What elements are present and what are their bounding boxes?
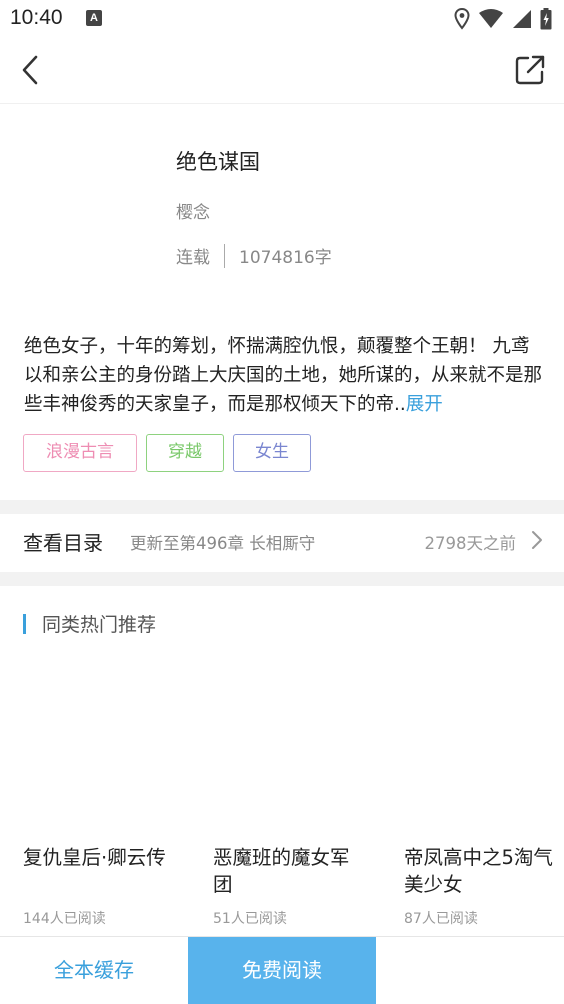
recommend-book-readers: 51人已阅读 xyxy=(213,911,287,927)
tag-romance[interactable]: 浪漫古言 xyxy=(23,434,137,472)
free-read-button[interactable]: 免费阅读 xyxy=(188,937,376,1004)
recommend-book[interactable]: 复仇皇后·卿云传 144人已阅读 xyxy=(23,844,173,927)
section-accent-bar xyxy=(23,613,26,634)
catalog-row[interactable]: 查看目录 更新至第496章 长相厮守 2798天之前 xyxy=(0,510,564,570)
status-time: 10:40 xyxy=(10,6,63,29)
tag-list: 浪漫古言 穿越 女生 xyxy=(23,434,311,472)
book-info: 绝色谋国 樱念 连载 1074816字 xyxy=(176,146,332,268)
recommend-book-readers: 87人已阅读 xyxy=(404,911,478,927)
recommend-book-title: 恶魔班的魔女军团 xyxy=(213,846,350,896)
chevron-right-icon xyxy=(532,531,542,549)
bottom-empty-slot xyxy=(376,937,564,1004)
tag-female[interactable]: 女生 xyxy=(233,434,311,472)
recommend-book-title: 帝凤高中之5淘气美少女 xyxy=(404,846,553,896)
book-title: 绝色谋国 xyxy=(176,150,260,174)
nav-bar xyxy=(0,38,564,104)
catalog-latest-chapter: 更新至第496章 长相厮守 xyxy=(130,534,316,553)
synopsis-text: 绝色女子，十年的筹划，怀揣满腔仇恨，颠覆整个王朝！ 九鸢以和亲公主的身份踏上大庆… xyxy=(24,336,543,415)
recommend-title: 同类热门推荐 xyxy=(42,614,157,636)
notification-a-icon: A xyxy=(86,10,102,26)
recommend-book[interactable]: 帝凤高中之5淘气美少女 87人已阅读 xyxy=(404,844,554,927)
book-meta: 连载 1074816字 xyxy=(176,243,332,268)
wifi-icon xyxy=(479,9,503,28)
book-synopsis: 绝色女子，十年的筹划，怀揣满腔仇恨，颠覆整个王朝！ 九鸢以和亲公主的身份踏上大庆… xyxy=(24,332,542,419)
book-word-count: 1074816字 xyxy=(239,248,332,268)
status-icons xyxy=(454,8,552,30)
catalog-label: 查看目录 xyxy=(23,531,103,555)
share-icon xyxy=(515,55,545,85)
battery-icon xyxy=(540,8,552,30)
signal-icon xyxy=(513,10,531,28)
cache-all-button[interactable]: 全本缓存 xyxy=(0,937,188,1004)
recommend-book[interactable]: 恶魔班的魔女军团 51人已阅读 xyxy=(213,844,363,927)
tag-time-travel[interactable]: 穿越 xyxy=(146,434,224,472)
back-button[interactable] xyxy=(14,52,50,88)
status-bar: 10:40 A xyxy=(0,0,564,38)
bottom-action-bar: 全本缓存 免费阅读 xyxy=(0,936,564,1004)
recommend-book-readers: 144人已阅读 xyxy=(23,911,106,927)
recommend-header: 同类热门推荐 xyxy=(23,610,156,637)
share-button[interactable] xyxy=(514,54,546,86)
location-icon xyxy=(454,8,470,30)
catalog-update-time: 2798天之前 xyxy=(424,534,517,553)
meta-divider xyxy=(224,243,225,268)
recommend-book-title: 复仇皇后·卿云传 xyxy=(23,846,166,869)
book-author[interactable]: 樱念 xyxy=(176,198,332,223)
expand-link[interactable]: 展开 xyxy=(406,394,443,415)
section-divider xyxy=(0,572,564,586)
book-status: 连载 xyxy=(176,248,210,268)
chevron-left-icon xyxy=(22,55,38,85)
